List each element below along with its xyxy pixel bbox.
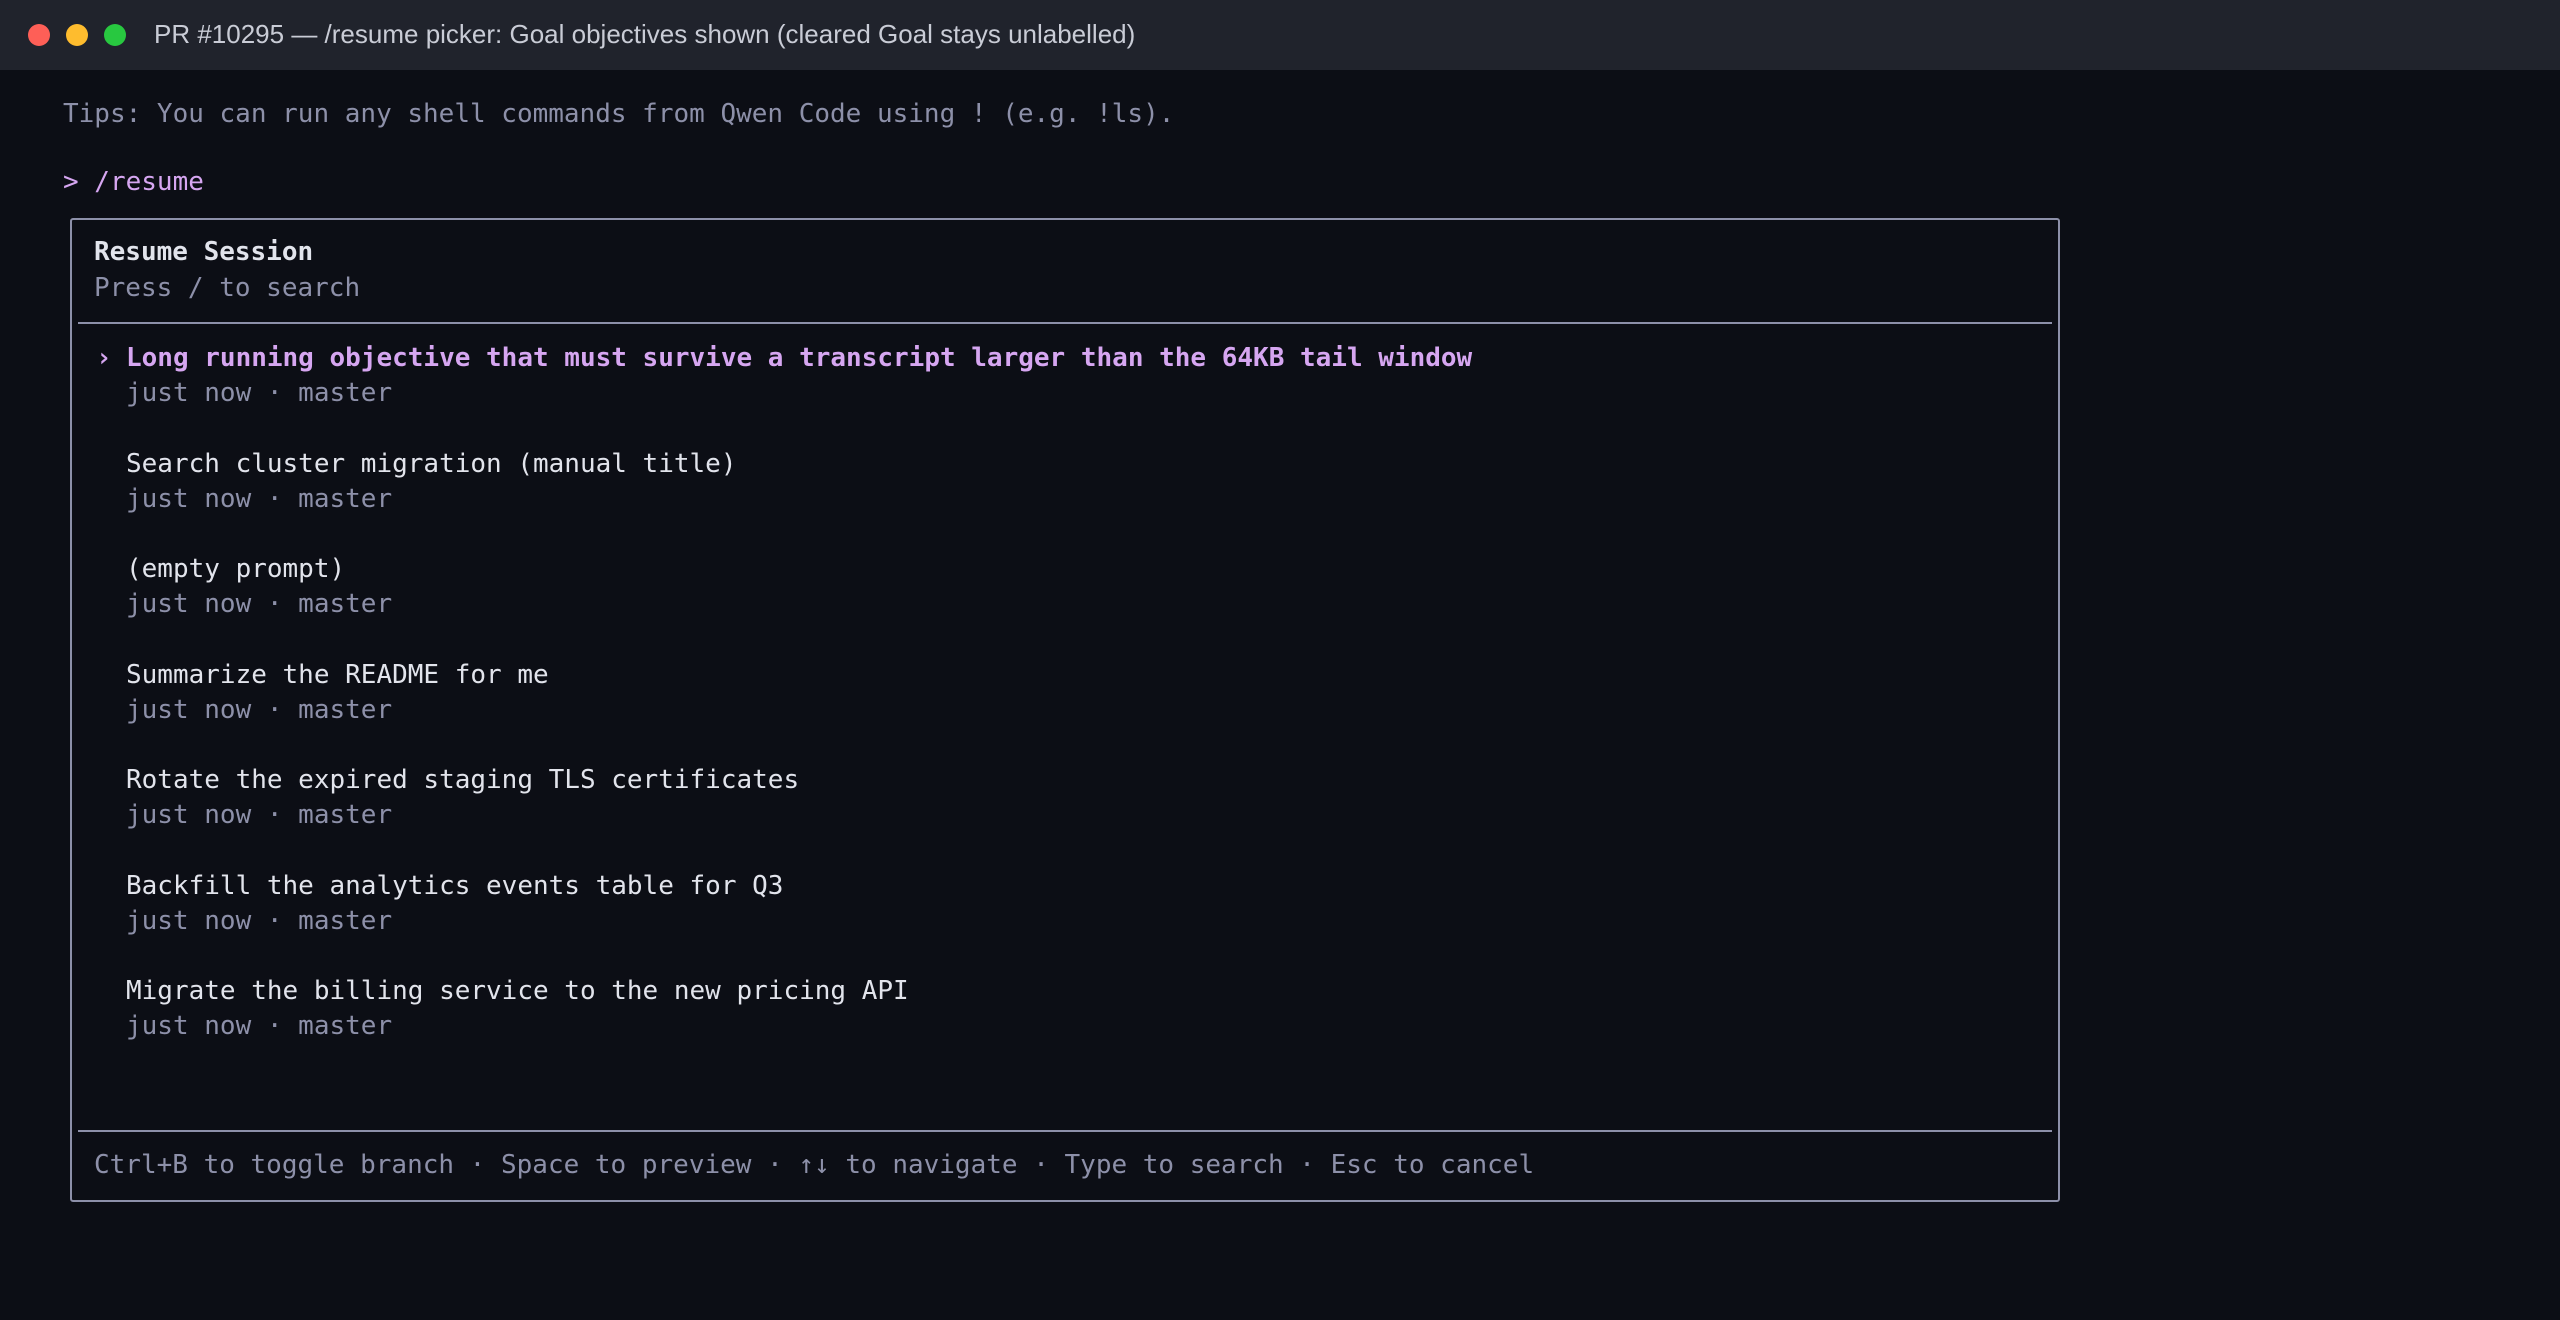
session-title: Backfill the analytics events table for … (126, 871, 784, 901)
session-title: Search cluster migration (manual title) (126, 449, 737, 479)
session-meta: just now · master (126, 800, 393, 830)
session-title: (empty prompt) (126, 554, 346, 584)
tips-text: Tips: You can run any shell commands fro… (63, 99, 1175, 129)
command-prompt[interactable]: > /resume (63, 166, 204, 198)
session-meta: just now · master (126, 484, 393, 514)
session-meta: just now · master (126, 589, 393, 619)
minimize-window-button[interactable] (66, 24, 88, 46)
session-meta: just now · master (126, 1011, 393, 1041)
picker-keybinding-hints: Ctrl+B to toggle branch · Space to previ… (94, 1150, 1535, 1180)
session-meta: just now · master (126, 378, 393, 408)
session-title: Summarize the README for me (126, 660, 549, 690)
session-meta: just now · master (126, 906, 393, 936)
window-title: PR #10295 — /resume picker: Goal objecti… (154, 19, 1136, 49)
picker-footer-divider (78, 1130, 2052, 1132)
picker-header-divider (78, 322, 2052, 324)
session-title: Long running objective that must survive… (126, 343, 1473, 373)
selection-cursor-icon: › (96, 343, 112, 373)
session-meta: just now · master (126, 695, 393, 725)
session-title: Rotate the expired staging TLS certifica… (126, 765, 800, 795)
picker-search-hint: Press / to search (94, 273, 361, 303)
maximize-window-button[interactable] (104, 24, 126, 46)
close-window-button[interactable] (28, 24, 50, 46)
window-titlebar: PR #10295 — /resume picker: Goal objecti… (0, 0, 2560, 70)
session-title: Migrate the billing service to the new p… (126, 976, 909, 1006)
picker-title: Resume Session (94, 237, 314, 267)
